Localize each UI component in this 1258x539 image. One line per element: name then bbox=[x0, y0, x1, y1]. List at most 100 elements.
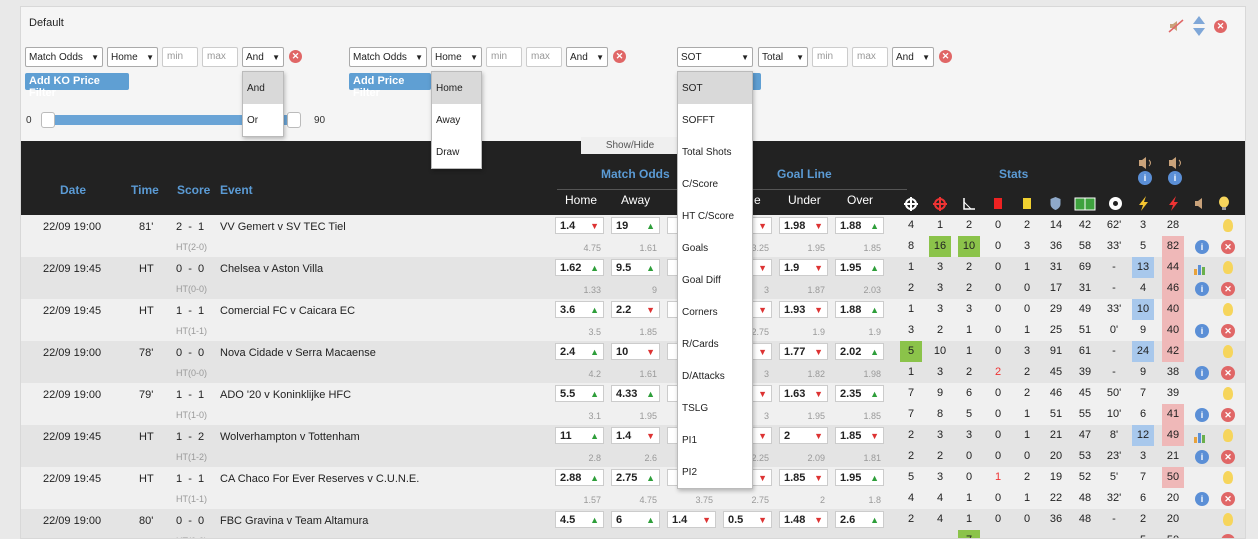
price-market-select[interactable]: Match Odds ▼ bbox=[349, 47, 427, 67]
speaker-icon[interactable] bbox=[1193, 197, 1209, 210]
odds-box[interactable]: 4.33 ▲ bbox=[611, 385, 660, 402]
col-away[interactable]: Away bbox=[621, 193, 650, 207]
odds-box[interactable]: 1.4 ▼ bbox=[667, 511, 716, 528]
odds-box[interactable]: 1.4 ▼ bbox=[555, 217, 604, 234]
info-icon[interactable]: i bbox=[1195, 408, 1209, 422]
col-under[interactable]: Under bbox=[788, 193, 821, 207]
odds-box[interactable]: 1.88 ▲ bbox=[835, 217, 884, 234]
stat-scope-select[interactable]: Total ▼ bbox=[758, 47, 808, 67]
dropdown-option[interactable]: SOFFT bbox=[678, 104, 752, 136]
add-price-filter-button[interactable]: Add Price Filter bbox=[349, 73, 431, 99]
row-event[interactable]: Wolverhampton v Tottenham bbox=[220, 431, 360, 443]
dropdown-option[interactable]: SOT bbox=[678, 72, 752, 104]
table-row[interactable]: 22/09 19:00 80' 0 - 0 FBC Gravina v Team Al… bbox=[21, 509, 1245, 538]
dropdown-option[interactable]: R/Cards bbox=[678, 328, 752, 360]
info-icon[interactable]: i bbox=[1195, 366, 1209, 380]
price-logic-select[interactable]: And ▼ bbox=[566, 47, 608, 67]
info-icon[interactable]: i bbox=[1168, 171, 1182, 185]
odds-box[interactable]: 1.85 ▼ bbox=[779, 469, 828, 486]
dropdown-option[interactable]: Corners bbox=[678, 296, 752, 328]
odds-box[interactable]: 2 ▼ bbox=[779, 427, 828, 444]
odds-box[interactable]: 1.48 ▼ bbox=[779, 511, 828, 528]
remove-filter-icon[interactable]: ✕ bbox=[939, 50, 952, 63]
bulb-icon[interactable] bbox=[1223, 219, 1233, 232]
table-row[interactable]: 22/09 19:45 HT 1 - 1 Comercial FC v Caicara… bbox=[21, 299, 1245, 341]
bulb-icon[interactable] bbox=[1223, 513, 1233, 526]
odds-box[interactable]: 6 ▲ bbox=[611, 511, 660, 528]
info-icon[interactable]: i bbox=[1195, 492, 1209, 506]
odds-box[interactable]: 2.4 ▲ bbox=[555, 343, 604, 360]
info-icon[interactable]: i bbox=[1195, 240, 1209, 254]
dropdown-option[interactable]: Or bbox=[243, 104, 283, 136]
price-max-input[interactable]: max bbox=[526, 47, 562, 67]
dropdown-option[interactable]: PI2 bbox=[678, 456, 752, 488]
odds-box[interactable]: 1.63 ▼ bbox=[779, 385, 828, 402]
row-event[interactable]: Chelsea v Aston Villa bbox=[220, 263, 323, 275]
bar-chart-icon[interactable] bbox=[1193, 263, 1207, 275]
odds-box[interactable]: 1.95 ▲ bbox=[835, 469, 884, 486]
col-event[interactable]: Event bbox=[220, 183, 253, 197]
table-row[interactable]: 22/09 19:00 81' 2 - 1 VV Gemert v SV TEC Ti… bbox=[21, 215, 1245, 257]
stat-max-input[interactable]: max bbox=[852, 47, 888, 67]
speaker-icon[interactable] bbox=[1167, 156, 1185, 170]
remove-row-icon[interactable]: ✕ bbox=[1221, 408, 1235, 422]
row-event[interactable]: CA Chaco For Ever Reserves v C.U.N.E. bbox=[220, 473, 419, 485]
bulb-icon[interactable] bbox=[1223, 471, 1233, 484]
odds-box[interactable]: 1.93 ▼ bbox=[779, 301, 828, 318]
ko-max-input[interactable]: max bbox=[202, 47, 238, 67]
ko-min-input[interactable]: min bbox=[162, 47, 198, 67]
dropdown-option[interactable]: PI1 bbox=[678, 424, 752, 456]
info-icon[interactable]: i bbox=[1195, 450, 1209, 464]
bulb-icon[interactable] bbox=[1223, 345, 1233, 358]
odds-box[interactable]: 19 ▲ bbox=[611, 217, 660, 234]
table-row[interactable]: 22/09 19:45 HT 0 - 0 Chelsea v Aston Villa H… bbox=[21, 257, 1245, 299]
remove-filter-icon[interactable]: ✕ bbox=[613, 50, 626, 63]
odds-box[interactable]: 1.95 ▲ bbox=[835, 259, 884, 276]
add-ko-price-filter-button[interactable]: Add KO Price Filter bbox=[25, 73, 129, 99]
odds-box[interactable]: 1.9 ▼ bbox=[779, 259, 828, 276]
odds-box[interactable]: 1.88 ▲ bbox=[835, 301, 884, 318]
col-over[interactable]: Over bbox=[847, 193, 873, 207]
bulb-icon[interactable] bbox=[1223, 429, 1233, 442]
odds-box[interactable]: 2.2 ▼ bbox=[611, 301, 660, 318]
dropdown-option[interactable]: C/Score bbox=[678, 168, 752, 200]
ko-market-select[interactable]: Match Odds ▼ bbox=[25, 47, 103, 67]
info-icon[interactable]: i bbox=[1195, 282, 1209, 296]
slider-high-handle[interactable] bbox=[287, 112, 301, 128]
remove-filter-icon[interactable]: ✕ bbox=[289, 50, 302, 63]
row-event[interactable]: ADO '20 v Koninklijke HFC bbox=[220, 389, 351, 401]
price-min-input[interactable]: min bbox=[486, 47, 522, 67]
info-icon[interactable]: i bbox=[1138, 171, 1152, 185]
row-event[interactable]: Comercial FC v Caicara EC bbox=[220, 305, 355, 317]
dropdown-option[interactable]: Goal Diff bbox=[678, 264, 752, 296]
odds-box[interactable]: 10 ▼ bbox=[611, 343, 660, 360]
dropdown-option[interactable]: Draw bbox=[432, 136, 481, 168]
odds-box[interactable]: 1.77 ▼ bbox=[779, 343, 828, 360]
dropdown-option[interactable]: Away bbox=[432, 104, 481, 136]
row-event[interactable]: Nova Cidade v Serra Macaense bbox=[220, 347, 376, 359]
remove-row-icon[interactable]: ✕ bbox=[1221, 240, 1235, 254]
stat-min-input[interactable]: min bbox=[812, 47, 848, 67]
bulb-icon[interactable] bbox=[1223, 261, 1233, 274]
table-row[interactable]: 22/09 19:00 79' 1 - 1 ADO '20 v Koninklijke… bbox=[21, 383, 1245, 425]
remove-row-icon[interactable]: ✕ bbox=[1221, 492, 1235, 506]
table-row[interactable]: 22/09 19:45 HT 1 - 2 Wolverhampton v Totten… bbox=[21, 425, 1245, 467]
slider-low-handle[interactable] bbox=[41, 112, 55, 128]
row-event[interactable]: FBC Gravina v Team Altamura bbox=[220, 515, 368, 527]
row-event[interactable]: VV Gemert v SV TEC Tiel bbox=[220, 221, 346, 233]
ko-side-select[interactable]: Home ▼ bbox=[107, 47, 158, 67]
odds-box[interactable]: 1.4 ▼ bbox=[611, 427, 660, 444]
close-icon[interactable]: ✕ bbox=[1214, 19, 1227, 33]
show-hide-toggle[interactable]: Show/Hide bbox=[581, 137, 679, 154]
odds-box[interactable]: 2.6 ▲ bbox=[835, 511, 884, 528]
col-date[interactable]: Date bbox=[60, 183, 86, 197]
remove-row-icon[interactable]: ✕ bbox=[1221, 324, 1235, 338]
odds-box[interactable]: 3.6 ▲ bbox=[555, 301, 604, 318]
odds-box[interactable]: 1.98 ▼ bbox=[779, 217, 828, 234]
dropdown-option[interactable]: Goals bbox=[678, 232, 752, 264]
info-icon[interactable]: i bbox=[1195, 324, 1209, 338]
sort-arrows-icon[interactable] bbox=[1192, 15, 1206, 37]
table-row[interactable]: 22/09 19:00 78' 0 - 0 Nova Cidade v Serra M… bbox=[21, 341, 1245, 383]
dropdown-option[interactable]: TSLG bbox=[678, 392, 752, 424]
stat-logic-select[interactable]: And ▼ bbox=[892, 47, 934, 67]
